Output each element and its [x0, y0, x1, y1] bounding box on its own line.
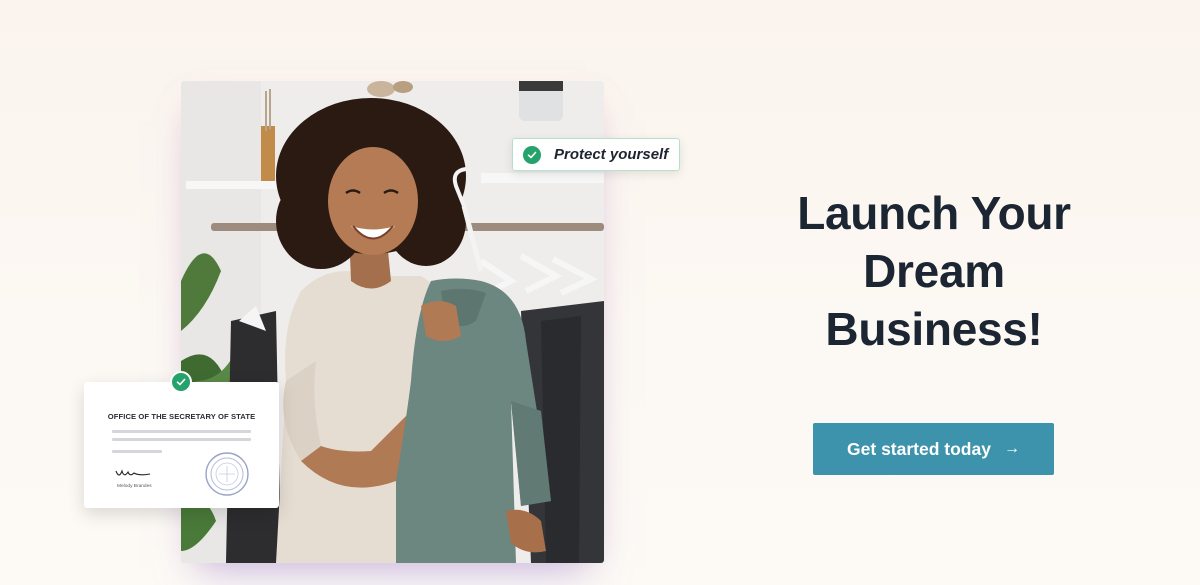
certificate-text-line [112, 438, 251, 441]
protect-yourself-badge: Protect yourself [512, 138, 680, 171]
certificate-text-line [112, 430, 251, 433]
hero-headline: Launch Your Dream Business! [764, 184, 1104, 358]
protect-yourself-label: Protect yourself [554, 146, 669, 163]
seal-icon [205, 452, 249, 496]
headline-line: Dream [863, 245, 1005, 297]
check-icon [170, 371, 192, 393]
certificate-title: OFFICE OF THE SECRETARY OF STATE [107, 412, 256, 421]
get-started-label: Get started today [847, 438, 991, 459]
get-started-button[interactable]: Get started today → [813, 423, 1054, 475]
certificate-signer: Melody Brandes [117, 484, 152, 489]
headline-line: Business! [825, 303, 1043, 355]
arrow-right-icon: → [1003, 440, 1020, 457]
check-icon [523, 145, 541, 164]
signature-mark [115, 469, 151, 476]
certificate-text-line [112, 450, 162, 453]
headline-line: Launch Your [797, 187, 1071, 239]
certificate-card: OFFICE OF THE SECRETARY OF STATE Melody … [84, 371, 279, 508]
